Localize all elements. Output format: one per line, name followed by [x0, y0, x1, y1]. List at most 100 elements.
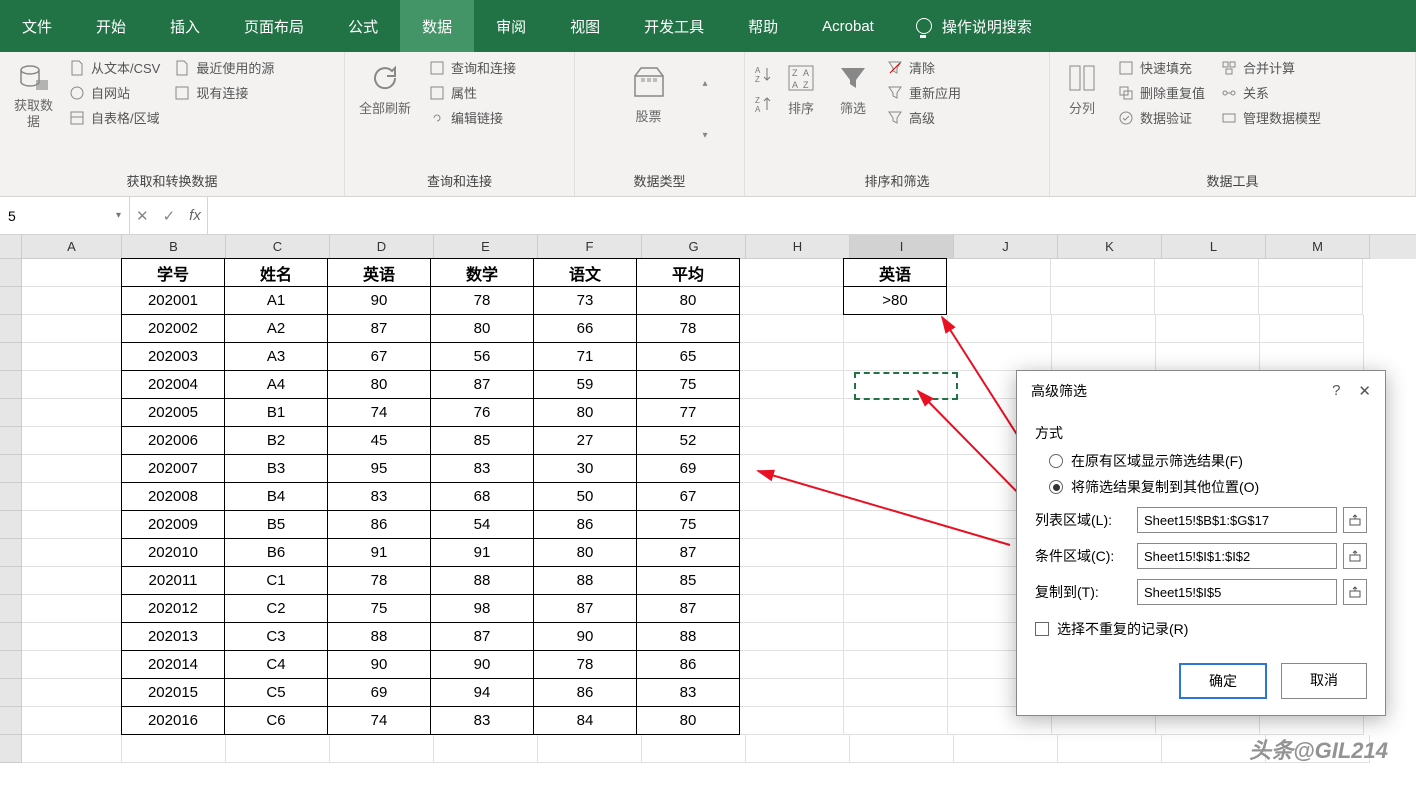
cell-H10[interactable] [740, 511, 844, 539]
cell-A14[interactable] [22, 623, 122, 651]
radio-filter-in-place[interactable]: 在原有区域显示筛选结果(F) [1049, 451, 1367, 471]
cell-E9[interactable]: 68 [430, 482, 534, 511]
formula-input[interactable] [208, 197, 1416, 234]
cell-L4[interactable] [1156, 343, 1260, 371]
cell-G5[interactable]: 75 [636, 370, 740, 399]
name-box[interactable]: 5 [0, 197, 130, 234]
row-header[interactable] [0, 483, 22, 511]
copy-to-input[interactable] [1137, 579, 1337, 605]
cell-E13[interactable]: 98 [430, 594, 534, 623]
cell-D11[interactable]: 91 [327, 538, 431, 567]
cell-C9[interactable]: B4 [224, 482, 328, 511]
cell-E10[interactable]: 54 [430, 510, 534, 539]
cell-F12[interactable]: 88 [533, 566, 637, 595]
cell-E16[interactable]: 94 [430, 678, 534, 707]
range-picker-icon[interactable] [1343, 579, 1367, 605]
from-table-button[interactable]: 自表格/区域 [69, 108, 160, 127]
refresh-all-button[interactable]: 全部刷新 [353, 58, 417, 121]
cell-B3[interactable]: 202002 [121, 314, 225, 343]
data-model-button[interactable]: 管理数据模型 [1221, 108, 1321, 127]
row-header[interactable] [0, 707, 22, 735]
cell-F14[interactable]: 90 [533, 622, 637, 651]
cell-I16[interactable] [844, 679, 948, 707]
cell-G4[interactable]: 65 [636, 342, 740, 371]
cell-B13[interactable]: 202012 [121, 594, 225, 623]
cell-K1[interactable] [1051, 259, 1155, 287]
column-header-A[interactable]: A [22, 235, 122, 259]
criteria-range-input[interactable] [1137, 543, 1337, 569]
cell-G12[interactable]: 85 [636, 566, 740, 595]
cell-C3[interactable]: A2 [224, 314, 328, 343]
cell-E14[interactable]: 87 [430, 622, 534, 651]
select-all-corner[interactable] [0, 235, 22, 259]
cell-J1[interactable] [947, 259, 1051, 287]
tab-developer[interactable]: 开发工具 [622, 0, 726, 52]
row-header[interactable] [0, 455, 22, 483]
cell-I9[interactable] [844, 483, 948, 511]
cell-F7[interactable]: 27 [533, 426, 637, 455]
row-header[interactable] [0, 539, 22, 567]
cell-C2[interactable]: A1 [224, 286, 328, 315]
cell-C8[interactable]: B3 [224, 454, 328, 483]
cell-E2[interactable]: 78 [430, 286, 534, 315]
cell-A5[interactable] [22, 371, 122, 399]
cell-I12[interactable] [844, 567, 948, 595]
cell-L1[interactable] [1155, 259, 1259, 287]
cell-H4[interactable] [740, 343, 844, 371]
cell-A11[interactable] [22, 539, 122, 567]
cell-G1[interactable]: 平均 [636, 258, 740, 287]
column-header-D[interactable]: D [330, 235, 434, 259]
column-header-H[interactable]: H [746, 235, 850, 259]
unique-records-checkbox[interactable]: 选择不重复的记录(R) [1035, 619, 1367, 639]
clear-filter-button[interactable]: 清除 [887, 58, 961, 77]
cell-K2[interactable] [1051, 287, 1155, 315]
cell-F18[interactable] [538, 735, 642, 763]
cell-I15[interactable] [844, 651, 948, 679]
cell-G13[interactable]: 87 [636, 594, 740, 623]
cell-G14[interactable]: 88 [636, 622, 740, 651]
cell-B6[interactable]: 202005 [121, 398, 225, 427]
cell-C14[interactable]: C3 [224, 622, 328, 651]
fx-icon[interactable]: fx [189, 207, 201, 224]
tab-layout[interactable]: 页面布局 [222, 0, 326, 52]
cell-M2[interactable] [1259, 287, 1363, 315]
cell-H7[interactable] [740, 427, 844, 455]
cell-D15[interactable]: 90 [327, 650, 431, 679]
cell-D14[interactable]: 88 [327, 622, 431, 651]
cell-I2[interactable]: >80 [843, 286, 947, 315]
cell-E12[interactable]: 88 [430, 566, 534, 595]
cell-G17[interactable]: 80 [636, 706, 740, 735]
cell-A8[interactable] [22, 455, 122, 483]
cell-D13[interactable]: 75 [327, 594, 431, 623]
cell-I11[interactable] [844, 539, 948, 567]
cell-B4[interactable]: 202003 [121, 342, 225, 371]
cell-F6[interactable]: 80 [533, 398, 637, 427]
cell-B15[interactable]: 202014 [121, 650, 225, 679]
cell-C11[interactable]: B6 [224, 538, 328, 567]
cell-A12[interactable] [22, 567, 122, 595]
row-header[interactable] [0, 371, 22, 399]
column-header-L[interactable]: L [1162, 235, 1266, 259]
cell-C7[interactable]: B2 [224, 426, 328, 455]
tab-acrobat[interactable]: Acrobat [800, 0, 896, 52]
cell-C13[interactable]: C2 [224, 594, 328, 623]
cell-H3[interactable] [740, 315, 844, 343]
cell-E6[interactable]: 76 [430, 398, 534, 427]
cell-E17[interactable]: 83 [430, 706, 534, 735]
cancel-icon[interactable]: ✕ [136, 207, 149, 225]
row-header[interactable] [0, 623, 22, 651]
row-header[interactable] [0, 679, 22, 707]
row-header[interactable] [0, 399, 22, 427]
consolidate-button[interactable]: 合并计算 [1221, 58, 1321, 77]
close-icon[interactable]: ✕ [1358, 382, 1371, 400]
cell-F16[interactable]: 86 [533, 678, 637, 707]
column-header-K[interactable]: K [1058, 235, 1162, 259]
from-web-button[interactable]: 自网站 [69, 83, 160, 102]
tab-insert[interactable]: 插入 [148, 0, 222, 52]
cell-I8[interactable] [844, 455, 948, 483]
column-header-M[interactable]: M [1266, 235, 1370, 259]
cell-B2[interactable]: 202001 [121, 286, 225, 315]
cell-E8[interactable]: 83 [430, 454, 534, 483]
cell-C1[interactable]: 姓名 [224, 258, 328, 287]
tab-formulas[interactable]: 公式 [326, 0, 400, 52]
